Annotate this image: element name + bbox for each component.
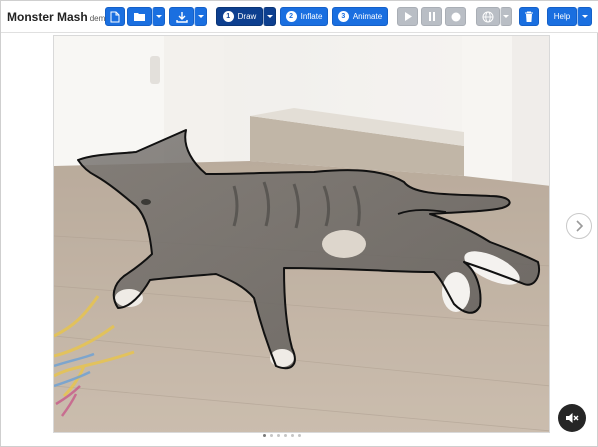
carousel-next-button[interactable] [566, 213, 592, 239]
animate-label: Animate [352, 12, 383, 21]
chevron-down-icon [503, 15, 509, 18]
step-number: 1 [222, 11, 234, 22]
open-button[interactable] [127, 7, 152, 26]
new-file-button[interactable] [105, 7, 125, 26]
app-title: Monster Mash demo [7, 10, 110, 24]
download-dropdown-toggle[interactable] [194, 7, 207, 26]
cat-eye [141, 199, 151, 205]
carousel-dot[interactable] [263, 434, 266, 437]
carousel-dot[interactable] [291, 434, 294, 437]
globe-button[interactable] [476, 7, 500, 26]
draw-dropdown-toggle[interactable] [263, 7, 276, 26]
mute-button[interactable] [558, 404, 586, 432]
record-icon [451, 12, 460, 21]
help-dropdown-toggle[interactable] [577, 7, 592, 26]
pause-button[interactable] [421, 7, 442, 26]
help-label: Help [553, 12, 571, 21]
chevron-down-icon [197, 15, 204, 18]
download-icon [175, 11, 188, 23]
trash-icon [525, 10, 533, 22]
play-icon [404, 12, 412, 21]
carousel-indicator [263, 434, 301, 437]
pause-icon [428, 12, 435, 21]
canvas-scene [54, 36, 549, 432]
help-button[interactable]: Help [547, 7, 577, 26]
globe-dropdown-toggle[interactable] [500, 7, 512, 26]
chevron-right-icon [576, 220, 584, 232]
draw-label: Draw [237, 12, 257, 21]
chevron-down-icon [581, 15, 588, 18]
app-name: Monster Mash [7, 10, 88, 24]
new-file-icon [110, 11, 120, 22]
carousel-dot[interactable] [277, 434, 280, 437]
download-button[interactable] [169, 7, 194, 26]
step-number: 3 [337, 11, 349, 22]
drawing-canvas[interactable] [53, 35, 550, 433]
speaker-muted-icon [566, 413, 579, 423]
toolbar: Monster Mash demo 1 Draw 2 Inflate 3 Ani… [1, 1, 598, 33]
carousel-dot[interactable] [298, 434, 301, 437]
globe-icon [482, 11, 494, 22]
carousel-dot[interactable] [270, 434, 273, 437]
record-button[interactable] [445, 7, 466, 26]
inflate-mode-button[interactable]: 2 Inflate [280, 7, 328, 26]
open-folder-icon [133, 13, 145, 21]
chevron-down-icon [266, 15, 273, 18]
carousel-dot[interactable] [284, 434, 287, 437]
step-number: 2 [285, 11, 297, 22]
app-window: Monster Mash demo 1 Draw 2 Inflate 3 Ani… [0, 0, 598, 447]
inflate-label: Inflate [300, 12, 323, 21]
chevron-down-icon [155, 15, 162, 18]
draw-mode-button[interactable]: 1 Draw [216, 7, 263, 26]
play-button[interactable] [397, 7, 418, 26]
open-dropdown-toggle[interactable] [152, 7, 165, 26]
delete-button[interactable] [519, 7, 539, 26]
cat-belly [322, 230, 366, 258]
animate-mode-button[interactable]: 3 Animate [332, 7, 388, 26]
